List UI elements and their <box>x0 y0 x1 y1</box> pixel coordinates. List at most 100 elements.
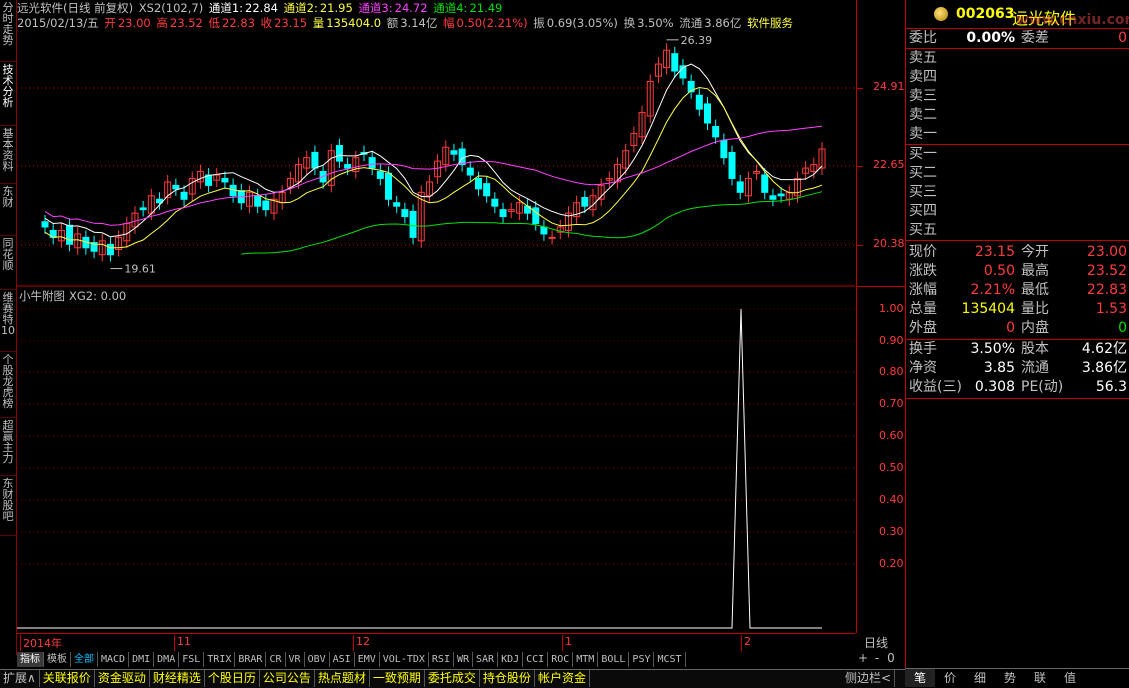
buy-level-label: 买三 <box>909 184 937 200</box>
candle-body <box>139 207 147 211</box>
left-tab-7[interactable]: 超赢主力 <box>0 418 16 476</box>
extension-tab-1[interactable]: 关联报价 <box>40 670 95 687</box>
indicator-tab-sar[interactable]: SAR <box>473 652 499 667</box>
channel1-line <box>44 63 823 238</box>
left-tab-6[interactable]: 个股龙虎榜 <box>0 352 16 418</box>
left-tab-4[interactable]: 同花顺 <box>0 236 16 290</box>
candle-body <box>736 181 744 193</box>
extension-tab-4[interactable]: 个股日历 <box>205 670 260 687</box>
indicator-tab-obv[interactable]: OBV <box>305 652 330 667</box>
sub-chart-indicator: XG2: 0.00 <box>69 289 126 303</box>
indicator-tab-模板[interactable]: 模板 <box>44 652 71 667</box>
stat-label: 内盘 <box>1021 320 1049 336</box>
extension-tab-5[interactable]: 公司公告 <box>260 670 315 687</box>
candle-body <box>409 210 417 238</box>
candle-body <box>499 209 507 218</box>
stat-label: 涨跌 <box>909 263 937 279</box>
kline-chart-area[interactable]: 26.39 19.61 小牛附图 XG2: 0.00 <box>17 0 855 633</box>
left-tab-1[interactable]: 技术分析 <box>0 62 16 126</box>
extension-tab-7[interactable]: 一致预期 <box>370 670 425 687</box>
left-tab-2[interactable]: 基本资料 <box>0 126 16 184</box>
candle-body <box>777 193 785 197</box>
indicator-tab-boll[interactable]: BOLL <box>598 652 630 667</box>
indicator-tab-指标[interactable]: 指标 <box>17 652 44 667</box>
candle-body <box>540 226 548 235</box>
fund-label: PE(动) <box>1021 379 1064 395</box>
indicator-tab-vol-tdx[interactable]: VOL-TDX <box>380 652 429 667</box>
indicator-tab-dma[interactable]: DMA <box>154 652 180 667</box>
low-marker-label: 19.61 <box>124 263 156 276</box>
left-tab-3[interactable]: 东财 <box>0 184 16 236</box>
channel3-line <box>44 125 823 226</box>
stat-label: 现价 <box>909 244 937 260</box>
indicator-tab-mcst[interactable]: MCST <box>654 652 686 667</box>
indicator-tab-dmi[interactable]: DMI <box>129 652 155 667</box>
indicator-tab-vr[interactable]: VR <box>286 652 305 667</box>
indicator-tab-roc[interactable]: ROC <box>548 652 574 667</box>
buy-level-label: 买二 <box>909 165 937 181</box>
fund-label: 收益(三) <box>909 379 962 395</box>
sub-axis-label: 0.70 <box>879 397 904 410</box>
indicator-tab-kdj[interactable]: KDJ <box>498 652 524 667</box>
indicator-tab-cr[interactable]: CR <box>266 652 286 667</box>
candle-body <box>703 103 711 124</box>
candle-body <box>761 174 769 193</box>
candle-body <box>548 236 556 239</box>
candle-body <box>458 148 466 166</box>
sub-axis-label: 1.00 <box>879 302 904 315</box>
indicator-tab-wr[interactable]: WR <box>454 652 474 667</box>
extension-tab-9[interactable]: 持仓股份 <box>480 670 535 687</box>
indicator-tab-trix[interactable]: TRIX <box>204 652 236 667</box>
left-tab-5[interactable]: 维赛特10 <box>0 290 16 352</box>
quote-tab-1[interactable]: 价 <box>935 669 965 687</box>
watermark: www.cnxiu.com <box>1016 12 1129 28</box>
quote-tab-0[interactable]: 笔 <box>905 669 935 687</box>
indicator-tab-mtm[interactable]: MTM <box>573 652 599 667</box>
indicator-tab-macd[interactable]: MACD <box>98 652 130 667</box>
stat-label: 外盘 <box>909 320 937 336</box>
high-marker-label: 26.39 <box>681 34 713 47</box>
indicator-tab-cci[interactable]: CCI <box>523 652 549 667</box>
extension-tab-3[interactable]: 财经精选 <box>150 670 205 687</box>
weibi-value: 0.00% <box>966 30 1015 46</box>
indicator-tab-brar[interactable]: BRAR <box>235 652 267 667</box>
candle-body <box>712 125 720 138</box>
indicator-tab-rsi[interactable]: RSI <box>429 652 454 667</box>
sell-level-label: 卖五 <box>909 50 937 66</box>
fund-label: 流通 <box>1021 360 1049 376</box>
quote-tab-3[interactable]: 势 <box>995 669 1025 687</box>
candle-body <box>491 198 499 207</box>
indicator-tab-asi[interactable]: ASI <box>330 652 355 667</box>
extension-tab-11[interactable]: 侧边栏< <box>842 670 896 687</box>
extension-tab-8[interactable]: 委托成交 <box>425 670 480 687</box>
extension-tab-0[interactable]: 扩展∧ <box>0 670 40 687</box>
left-tab-0[interactable]: 分时走势 <box>0 0 16 62</box>
quote-tab-2[interactable]: 细 <box>965 669 995 687</box>
quote-tab-5[interactable]: 值 <box>1055 669 1085 687</box>
extension-tab-2[interactable]: 资金驱动 <box>95 670 150 687</box>
indicator-tab-emv[interactable]: EMV <box>355 652 380 667</box>
quote-bottom-tabs: 笔价细势联值 <box>905 668 1129 688</box>
candle-body <box>172 184 180 190</box>
indicator-tab-fsl[interactable]: FSL <box>179 652 205 667</box>
sell-level-label: 卖三 <box>909 88 937 104</box>
candle-body <box>450 150 458 155</box>
date-axis-label: 2014年 <box>20 635 62 651</box>
stat-value: 22.83 <box>1086 282 1127 298</box>
stat-value: 23.00 <box>1086 244 1127 260</box>
sub-axis-label: 0.20 <box>879 557 904 570</box>
candle-body <box>483 183 491 197</box>
fund-value: 3.86亿 <box>1081 360 1127 376</box>
extension-tab-10[interactable]: 帐户资金 <box>535 670 590 687</box>
indicator-tab-psy[interactable]: PSY <box>629 652 655 667</box>
quote-tab-4[interactable]: 联 <box>1025 669 1055 687</box>
candle-body <box>728 151 736 179</box>
extension-tabs: 扩展∧ 关联报价 资金驱动 财经精选 个股日历 公司公告 热点题材 一致预期 委托成交 持仓股份帐… <box>0 669 905 688</box>
extension-tab-6[interactable]: 热点题材 <box>315 670 370 687</box>
candle-body <box>180 191 188 200</box>
timeframe-label[interactable]: 日线 <box>864 634 888 651</box>
right-price-axis: 24.91 22.65 20.38 1.00 0.90 0.80 0.70 0.60 0.50 0… <box>856 0 905 633</box>
candle-body <box>695 94 703 110</box>
indicator-tab-全部[interactable]: 全部 <box>71 652 98 667</box>
left-tab-8[interactable]: 东财股吧 <box>0 476 16 536</box>
